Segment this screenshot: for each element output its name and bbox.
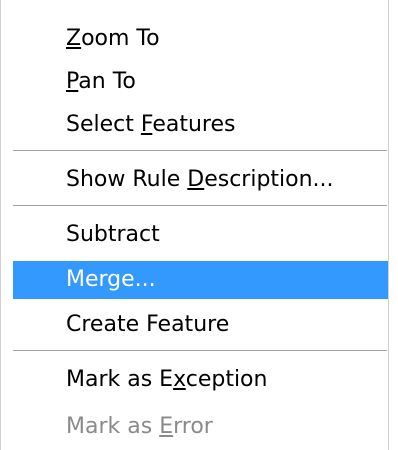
menu-item-select-features-pre: Select — [66, 112, 141, 137]
menu-item-mark-as-exception[interactable]: Mark as Exception — [1, 361, 388, 399]
menu-separator — [13, 150, 387, 152]
menu-item-zoom-to-post: oom To — [81, 26, 160, 51]
menu-separator — [13, 350, 387, 352]
menu-item-mark-as-error-accel: E — [159, 414, 174, 439]
menu-item-zoom-to-accel: Z — [66, 26, 82, 51]
menu-item-show-rule-description-accel: D — [187, 167, 205, 192]
menu-item-mark-as-exception-post: ception — [185, 367, 268, 392]
menu-item-pan-to-accel: P — [66, 69, 79, 94]
menu-separator — [13, 205, 387, 207]
menu-item-create-feature-label: Create Feature — [66, 312, 230, 337]
menu-item-pan-to-post: an To — [78, 69, 136, 94]
menu-item-subtract[interactable]: Subtract — [1, 216, 388, 254]
menu-item-pan-to[interactable]: Pan To — [1, 63, 388, 101]
menu-item-select-features-post: eatures — [152, 112, 236, 137]
menu-item-mark-as-exception-pre: Mark as E — [66, 367, 174, 392]
menu-item-merge[interactable]: Merge... — [13, 261, 388, 299]
menu-item-mark-as-error-post: rror — [173, 414, 213, 439]
menu-item-mark-as-exception-accel: x — [173, 367, 186, 392]
menu-item-mark-as-error-pre: Mark as — [66, 414, 160, 439]
menu-item-subtract-label: Subtract — [66, 222, 160, 247]
menu-item-merge-label: Merge... — [66, 267, 156, 292]
context-menu: Zoom To Pan To Select Features Show Rule… — [0, 0, 389, 450]
menu-item-mark-as-error: Mark as Error — [1, 408, 388, 446]
menu-item-create-feature[interactable]: Create Feature — [1, 306, 388, 344]
menu-item-show-rule-description-post: escription... — [204, 167, 334, 192]
menu-item-select-features-accel: F — [140, 112, 153, 137]
menu-item-zoom-to[interactable]: Zoom To — [1, 20, 388, 58]
menu-item-show-rule-description-pre: Show Rule — [66, 167, 188, 192]
menu-item-select-features[interactable]: Select Features — [1, 106, 388, 144]
menu-item-show-rule-description[interactable]: Show Rule Description... — [1, 161, 388, 199]
